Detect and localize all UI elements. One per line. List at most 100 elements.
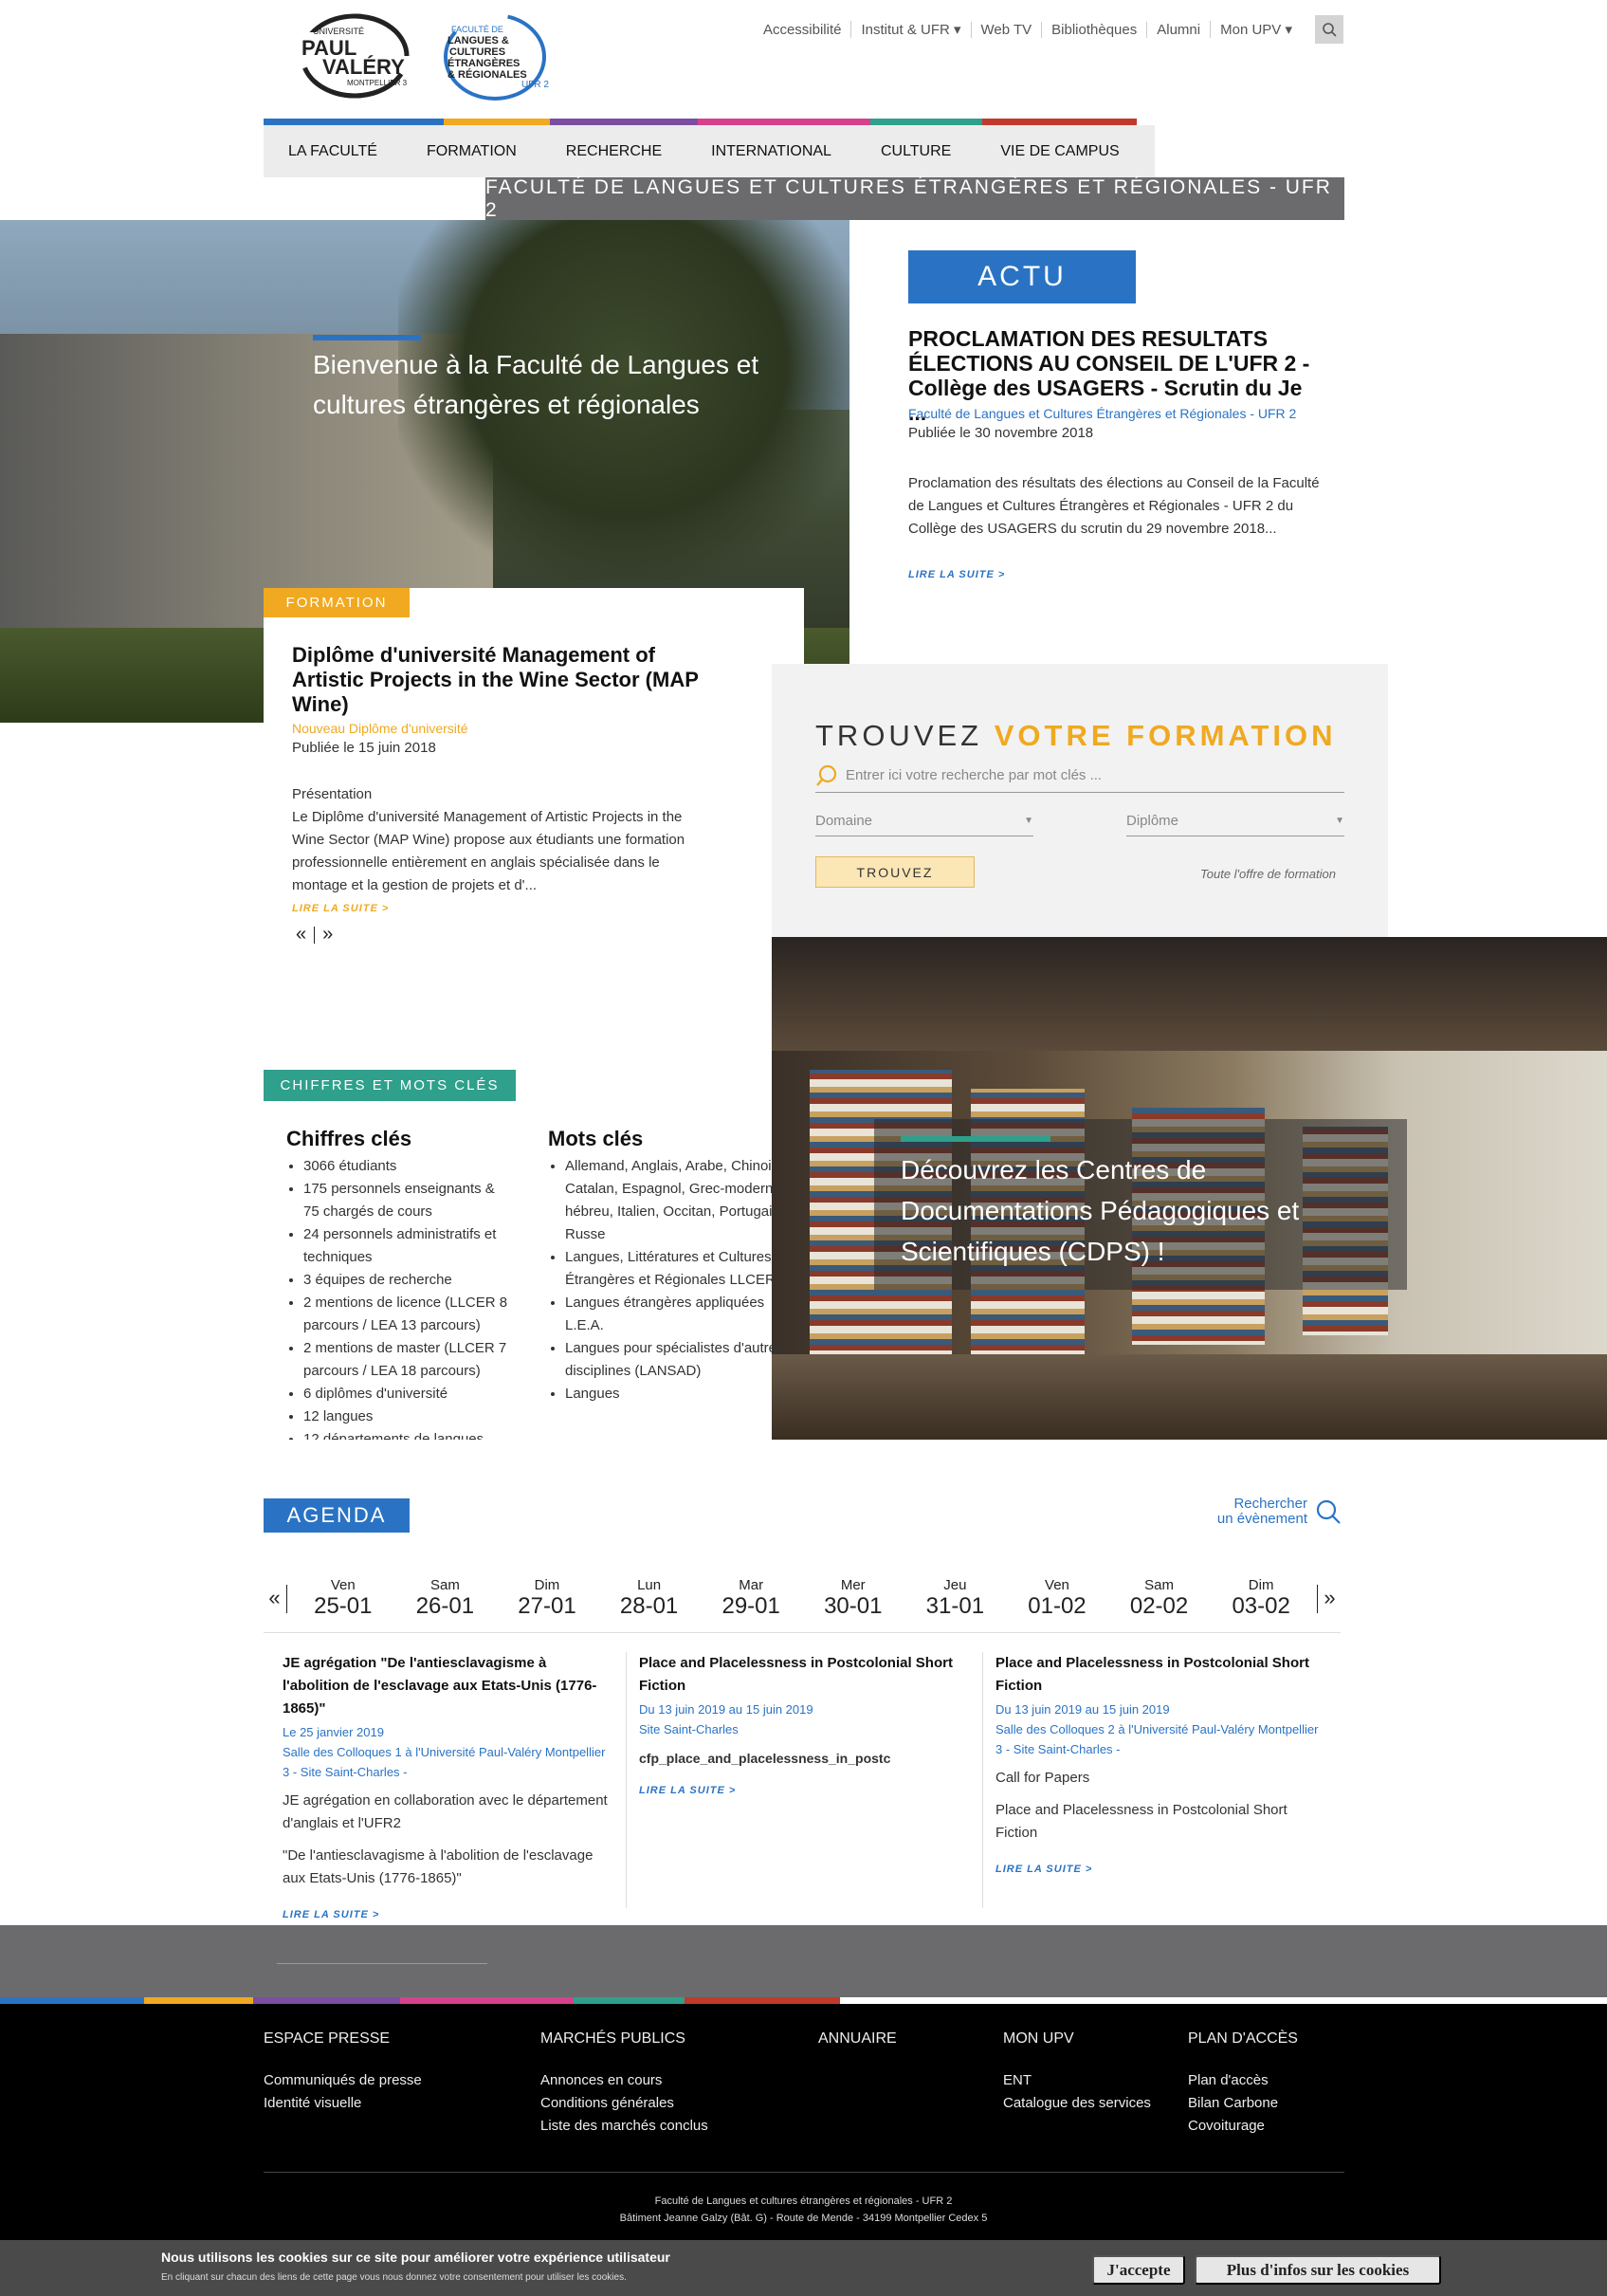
event-search-line2: un évènement: [1216, 1511, 1307, 1527]
footer-link[interactable]: Catalogue des services: [1003, 2092, 1151, 2115]
all-formations-link[interactable]: Toute l'offre de formation: [1200, 867, 1336, 881]
footer-column-title[interactable]: ESPACE PRESSE: [264, 2028, 422, 2050]
agenda-day[interactable]: Mer 30-01: [802, 1577, 904, 1620]
main-nav-la-faculte[interactable]: LA FACULTÉ: [264, 143, 402, 160]
footer-link[interactable]: Liste des marchés conclus: [540, 2115, 708, 2138]
search-icon: [816, 764, 837, 786]
footer-column-title[interactable]: ANNUAIRE: [818, 2028, 897, 2050]
footer-column-title[interactable]: PLAN D'ACCÈS: [1188, 2028, 1298, 2050]
agenda-day[interactable]: Jeu 31-01: [904, 1577, 1007, 1620]
day-date: 27-01: [518, 1593, 576, 1619]
key-figure-item: 12 langues: [303, 1405, 514, 1428]
agenda-next-glyph: »: [1324, 1585, 1336, 1609]
color-bar-segment: [982, 119, 1137, 125]
library-ceiling: [772, 937, 1607, 1051]
footer-link[interactable]: Communiqués de presse: [264, 2069, 422, 2092]
footer-link[interactable]: Identité visuelle: [264, 2092, 422, 2115]
find-formation-panel: [772, 664, 1388, 937]
keyword-item: Langues étrangères appliquées L.E.A.: [565, 1292, 785, 1337]
agenda-day[interactable]: Dim 03-02: [1210, 1577, 1312, 1620]
actu-date: Publiée le 30 novembre 2018: [908, 425, 1094, 441]
event-search-link[interactable]: Rechercher un évènement: [1217, 1497, 1342, 1527]
main-nav-international[interactable]: INTERNATIONAL: [686, 143, 856, 160]
event-read-more-link[interactable]: LIRE LA SUITE >: [283, 1903, 610, 1926]
color-bar-segment: [444, 119, 550, 125]
agenda-prev-glyph: «: [268, 1585, 281, 1609]
top-nav-bibliotheques[interactable]: Bibliothèques: [1041, 21, 1146, 38]
brand-color-bar: [264, 119, 1137, 125]
top-nav-accessibilite[interactable]: Accessibilité: [754, 22, 851, 38]
event-title[interactable]: Place and Placelessness in Postcolonial …: [639, 1652, 961, 1698]
footer-link[interactable]: Bilan Carbone: [1188, 2092, 1298, 2115]
day-of-week: Dim: [1248, 1577, 1274, 1593]
domain-select[interactable]: Domaine ▼: [815, 806, 1033, 836]
top-nav-institut-ufr[interactable]: Institut & UFR ▾: [850, 21, 970, 38]
logo-ufr-line: FACULTÉ DE: [451, 25, 503, 34]
event-place: Salle des Colloques 2 à l'Université Pau…: [995, 1722, 1319, 1756]
event-title[interactable]: Place and Placelessness in Postcolonial …: [995, 1652, 1323, 1698]
top-nav-mon-upv[interactable]: Mon UPV ▾: [1210, 21, 1302, 38]
actu-read-more-link[interactable]: LIRE LA SUITE >: [908, 569, 1005, 580]
formation-title[interactable]: Diplôme d'université Management of Artis…: [292, 643, 719, 717]
find-formation-button[interactable]: TROUVEZ: [815, 856, 975, 888]
agenda-day[interactable]: Sam 26-01: [394, 1577, 497, 1620]
main-nav-vie-de-campus[interactable]: VIE DE CAMPUS: [976, 143, 1143, 160]
cdps-title-link[interactable]: Découvrez les Centres de Documentations …: [901, 1149, 1365, 1272]
agenda-day[interactable]: Ven 25-01: [292, 1577, 394, 1620]
cookie-title: Nous utilisons les cookies sur ce site p…: [161, 2250, 670, 2265]
formation-prev-button[interactable]: «: [296, 924, 306, 946]
event-text: Place and Placelessness in Postcolonial …: [995, 1802, 1287, 1841]
agenda-prev-button[interactable]: «: [264, 1584, 292, 1613]
main-nav-recherche[interactable]: RECHERCHE: [541, 143, 686, 160]
footer-link[interactable]: Plan d'accès: [1188, 2069, 1298, 2092]
event-read-more-link[interactable]: LIRE LA SUITE >: [995, 1858, 1323, 1881]
agenda-day[interactable]: Lun 28-01: [598, 1577, 701, 1620]
event-title[interactable]: JE agrégation "De l'antiesclavagisme à l…: [283, 1652, 610, 1720]
actu-source: Faculté de Langues et Cultures Étrangère…: [908, 406, 1297, 421]
day-date: 01-02: [1028, 1593, 1087, 1619]
agenda-day[interactable]: Dim 27-01: [496, 1577, 598, 1620]
agenda-day[interactable]: Sam 02-02: [1108, 1577, 1211, 1620]
caret-down-icon: ▼: [1024, 816, 1033, 826]
agenda-next-button[interactable]: »: [1312, 1584, 1341, 1613]
key-figure-item: 175 personnels enseignants & 75 chargés …: [303, 1178, 514, 1223]
event-attachment[interactable]: cfp_place_and_placelessness_in_postc: [639, 1747, 961, 1770]
footer-link[interactable]: ENT: [1003, 2069, 1151, 2092]
event-place: Salle des Colloques 1 à l'Université Pau…: [283, 1745, 606, 1779]
logo-ufr-line: CULTURES: [449, 46, 505, 58]
keyword-item: Langues pour spécialistes d'autres disci…: [565, 1337, 785, 1383]
logo-upv-line: VALÉRY: [322, 55, 405, 79]
upv-logo[interactable]: UNIVERSITÉ PAUL VALÉRY MONTPELLIER 3: [296, 13, 419, 99]
cookie-info-button[interactable]: Plus d'infos sur les cookies: [1195, 2255, 1441, 2285]
footer-link[interactable]: Covoiturage: [1188, 2115, 1298, 2138]
day-of-week: Mer: [840, 1577, 866, 1593]
main-nav-culture[interactable]: CULTURE: [856, 143, 976, 160]
find-formation-title-b: VOTRE FORMATION: [994, 719, 1337, 752]
top-nav-webtv[interactable]: Web TV: [970, 21, 1042, 38]
logo-ufr-line: ÉTRANGÈRES: [447, 57, 520, 69]
footer-link[interactable]: Annonces en cours: [540, 2069, 708, 2092]
formation-search-input[interactable]: Entrer ici votre recherche par mot clés …: [815, 759, 1344, 793]
ufr2-logo[interactable]: FACULTÉ DE LANGUES & CULTURES ÉTRANGÈRES…: [438, 11, 571, 101]
color-bar-segment: [264, 119, 444, 125]
agenda-day[interactable]: Ven 01-02: [1006, 1577, 1108, 1620]
event-date: Du 13 juin 2019 au 15 juin 2019: [639, 1702, 813, 1717]
formation-read-more-link[interactable]: LIRE LA SUITE >: [292, 903, 389, 914]
event-read-more-link[interactable]: LIRE LA SUITE >: [639, 1779, 961, 1802]
top-nav-alumni[interactable]: Alumni: [1146, 21, 1210, 38]
footer-separator: [264, 2172, 1344, 2173]
key-figures-title: Chiffres clés: [286, 1127, 412, 1150]
footer-link[interactable]: Conditions générales: [540, 2092, 708, 2115]
day-date: 03-02: [1232, 1593, 1290, 1619]
logo-ufr-line: UFR 2: [521, 80, 549, 90]
cookie-accept-button[interactable]: J'accepte: [1092, 2255, 1185, 2285]
diploma-select[interactable]: Diplôme ▼: [1126, 806, 1344, 836]
agenda-day[interactable]: Mar 29-01: [700, 1577, 802, 1620]
formation-next-button[interactable]: »: [322, 924, 333, 946]
main-nav-formation[interactable]: FORMATION: [402, 143, 541, 160]
site-search-button[interactable]: [1315, 15, 1343, 44]
footer-column: PLAN D'ACCÈS Plan d'accès Bilan Carbone …: [1188, 2028, 1298, 2138]
footer-column-title[interactable]: MARCHÉS PUBLICS: [540, 2028, 708, 2050]
footer-column-title[interactable]: MON UPV: [1003, 2028, 1151, 2050]
hero-title[interactable]: Bienvenue à la Faculté de Langues et cul…: [313, 345, 806, 425]
